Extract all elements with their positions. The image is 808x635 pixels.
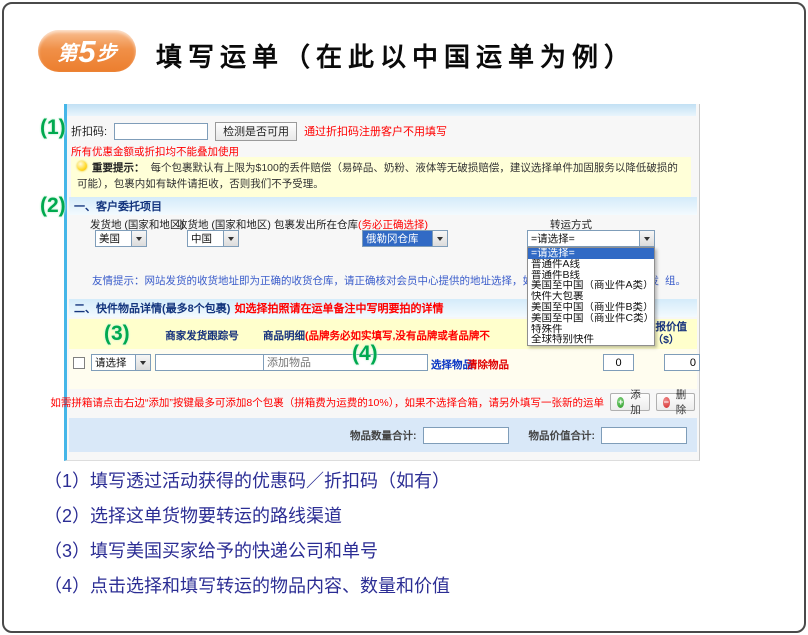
section2-photo-note: 如选择拍照请在运单备注中写明要拍的详情 [234,300,443,316]
origin-select[interactable]: 美国 [95,230,147,247]
totals-row: 物品数量合计: 物品价值合计: [69,418,697,452]
total-quantity-input[interactable] [423,427,509,444]
callout-3: (3) [104,322,130,346]
transit-option[interactable]: 美国至中国（商业件C类） [528,313,654,324]
warehouse-select[interactable]: 俄勒冈仓库 [362,230,448,247]
note-2: （2）选择这单货物要转运的路线渠道 [44,499,450,534]
destination-select[interactable]: 中国 [187,230,239,247]
transit-method-select[interactable]: =请选择= [527,230,655,247]
plus-icon: + [617,397,624,408]
item-value-input[interactable] [664,354,700,371]
transit-option[interactable]: 普通件B线 [528,270,654,281]
delete-package-button[interactable]: − 删除 [656,393,696,411]
item-checkbox[interactable] [73,357,85,369]
check-discount-button[interactable]: 检测是否可用 [215,122,297,141]
transit-option[interactable]: 普通件A线 [528,259,654,270]
chevron-down-icon[interactable] [432,231,447,246]
chevron-down-icon[interactable] [639,231,654,246]
item-name-input[interactable] [263,354,428,371]
step-badge-suffix: 步 [97,37,117,66]
col-item-detail: 商品明细(品牌务必如实填写,没有品牌或者品牌不 [263,328,490,343]
form-top-bar [67,104,696,116]
tracking-number-input[interactable] [155,354,271,371]
transit-options-dropdown: =请选择= 普通件A线 普通件B线 美国至中国（商业件A类） 快件大包裹 美国至… [527,247,655,346]
important-tip-label: 重要提示： [92,162,145,174]
merge-note: 如需拼箱请点击右边“添加”按键最多可添加8个包裹（拼箱费为运费的10%），如果不… [50,395,604,410]
callout-1: (1) [40,116,66,140]
chevron-down-icon[interactable] [223,231,238,246]
total-value-input[interactable] [601,427,687,444]
transit-option[interactable]: =请选择= [528,248,654,259]
add-package-button[interactable]: + 添加 [610,393,650,411]
col-item-detail-warning: (品牌务必如实填写,没有品牌或者品牌不 [305,330,490,342]
section1-header: 一、客户委托项目 [69,197,697,215]
step-badge: 第5步 [38,30,136,72]
section1-title: 一、客户委托项目 [74,198,162,214]
tutorial-page: 第5步 填写运单（在此以中国运单为例） 折扣码: 检测是否可用 通过折扣码注册客… [2,2,806,633]
callout-4: (4) [352,342,378,366]
carrier-select[interactable]: 请选择 [91,354,151,371]
important-tip-box: 重要提示：每个包裹默认有上限为$100的丢件赔偿（易碎品、奶粉、液体等无破损赔偿… [71,157,691,197]
item-row: 请选择 选择物品 清除物品 [67,354,699,374]
discount-code-label: 折扣码: [71,123,107,139]
explanation-notes: （1）填写透过活动获得的优惠码／折扣码（如有） （2）选择这单货物要转运的路线渠… [44,464,450,604]
discount-row: 折扣码: 检测是否可用 通过折扣码注册客户不用填写 [71,121,447,141]
transit-option[interactable]: 特殊件 [528,324,654,335]
discount-code-input[interactable] [114,123,208,140]
transit-option[interactable]: 美国至中国（商业件B类） [528,302,654,313]
merge-note-row: 如需拼箱请点击右边“添加”按键最多可添加8个包裹（拼箱费为运费的10%），如果不… [67,393,695,411]
step-badge-prefix: 第 [57,37,77,66]
transit-option[interactable]: 快件大包裹 [528,291,654,302]
waybill-form-screenshot: 折扣码: 检测是否可用 通过折扣码注册客户不用填写 所有优惠金额或折扣均不能叠加… [64,104,700,461]
minus-icon: − [663,397,670,408]
lightbulb-icon [77,161,87,171]
col-tracking-number: 商家发货跟踪号 [142,328,262,343]
note-3: （3）填写美国买家给予的快递公司和单号 [44,534,450,569]
section2-title: 二、快件物品详情(最多8个包裹) [74,300,230,316]
chevron-down-icon[interactable] [131,231,146,246]
note-4: （4）点击选择和填写转运的物品内容、数量和价值 [44,569,450,604]
transit-option[interactable]: 美国至中国（商业件A类） [528,280,654,291]
transit-option[interactable]: 全球特别快件 [528,334,654,345]
page-title: 填写运单（在此以中国运单为例） [156,37,636,74]
clear-item-link[interactable]: 清除物品 [467,357,509,372]
callout-2: (2) [40,194,66,218]
item-quantity-input[interactable] [603,354,634,371]
chevron-down-icon[interactable] [135,355,150,370]
total-value-label: 物品价值合计: [529,428,596,443]
step-badge-number: 5 [78,36,95,67]
note-1: （1）填写透过活动获得的优惠码／折扣码（如有） [44,464,450,499]
discount-register-note: 通过折扣码注册客户不用填写 [304,123,447,139]
important-tip-text: 每个包裹默认有上限为$100的丢件赔偿（易碎品、奶粉、液体等无破损赔偿，建议选择… [77,162,678,190]
friendly-tip-suffix: 组。 [665,273,686,288]
total-quantity-label: 物品数量合计: [350,428,417,443]
